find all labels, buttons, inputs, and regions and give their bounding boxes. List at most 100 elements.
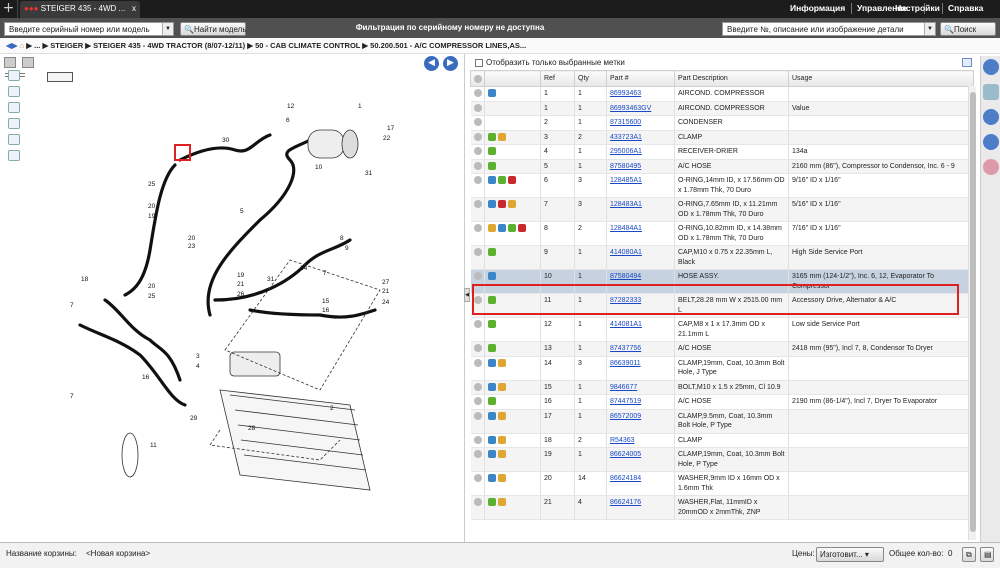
replace-icon[interactable] — [498, 224, 506, 233]
part-number-link[interactable]: 128483A1 — [610, 201, 642, 208]
list-icon[interactable] — [518, 224, 526, 233]
add-to-cart-icon[interactable] — [473, 248, 482, 257]
add-all-icon[interactable] — [474, 74, 482, 83]
add-to-cart-icon[interactable] — [473, 118, 482, 127]
replace-icon[interactable] — [488, 382, 496, 391]
menu-help[interactable]: Справка — [948, 3, 983, 13]
part-number-link[interactable]: 295006A1 — [610, 148, 642, 155]
add-to-cart-icon[interactable] — [473, 103, 482, 112]
replace-icon[interactable] — [488, 200, 496, 209]
vertical-scrollbar[interactable] — [968, 86, 976, 540]
part-number-link[interactable]: 86624184 — [610, 475, 641, 482]
user-help-icon[interactable] — [983, 159, 999, 175]
package-icon[interactable] — [498, 450, 506, 459]
arrow-icon[interactable] — [488, 498, 496, 507]
list-icon[interactable] — [508, 176, 516, 185]
add-to-cart-icon[interactable] — [473, 382, 482, 391]
part-number-link[interactable]: 414081A1 — [610, 321, 642, 328]
package-icon[interactable] — [498, 358, 506, 367]
menu-settings[interactable]: Настройки — [895, 3, 940, 13]
search-button[interactable]: 🔍Поиск — [940, 22, 996, 36]
add-to-cart-icon[interactable] — [473, 320, 482, 329]
table-row[interactable]: 16 1 87447519 A/C HOSE 2190 mm (86-1/4"), In… — [470, 394, 974, 410]
table-row[interactable]: 19 1 86624005 CLAMP,19mm, Coat, 10.3mm Bolt… — [470, 447, 974, 472]
part-search-input[interactable]: Введите №, описание или изображение дета… — [722, 22, 936, 36]
table-row[interactable]: 7 3 128483A1 O-RING,7.65mm ID, x 11.21mm OD… — [470, 197, 974, 222]
part-number-link[interactable]: 87437756 — [610, 345, 641, 352]
globe-icon[interactable] — [983, 109, 999, 125]
replace-icon[interactable] — [488, 450, 496, 459]
part-number-link[interactable]: 86572009 — [610, 413, 641, 420]
add-to-cart-icon[interactable] — [473, 344, 482, 353]
close-icon[interactable]: x — [132, 4, 136, 13]
chevron-down-icon[interactable]: ▼ — [162, 23, 173, 35]
header-qty[interactable]: Qty — [574, 70, 607, 87]
replace-icon[interactable] — [488, 89, 496, 98]
package-icon[interactable] — [488, 224, 496, 233]
arrow-icon[interactable] — [498, 176, 506, 185]
list-icon[interactable] — [498, 200, 506, 209]
table-row[interactable]: 20 14 86624184 WASHER,9mm ID x 16mm OD x 1.… — [470, 471, 974, 496]
part-number-link[interactable]: 86624176 — [610, 499, 641, 506]
part-number-link[interactable]: 128485A1 — [610, 177, 642, 184]
table-row[interactable]: 14 3 86639011 CLAMP,19mm, Coat, 10.3mm Bolt… — [470, 356, 974, 381]
add-to-cart-icon[interactable] — [473, 200, 482, 209]
add-to-cart-icon[interactable] — [473, 147, 482, 156]
part-number-link[interactable]: R54363 — [610, 437, 635, 444]
replace-icon[interactable] — [488, 176, 496, 185]
arrow-icon[interactable] — [488, 320, 496, 329]
add-to-cart-icon[interactable] — [473, 358, 482, 367]
arrow-icon[interactable] — [488, 132, 496, 141]
email-icon[interactable] — [8, 150, 20, 161]
add-to-cart-icon[interactable] — [473, 176, 482, 185]
clear-icon[interactable] — [8, 118, 20, 129]
header-ref[interactable]: Ref — [540, 70, 575, 87]
package-icon[interactable] — [508, 200, 516, 209]
part-number-link[interactable]: 86639011 — [610, 360, 641, 367]
checkbox-box[interactable] — [475, 58, 483, 67]
nav-back-icon[interactable]: ◀▶ — [6, 41, 18, 50]
part-number-link[interactable]: 9846677 — [610, 384, 637, 391]
info-icon[interactable] — [983, 134, 999, 150]
cart-name[interactable]: <Новая корзина> — [86, 549, 150, 558]
add-to-cart-icon[interactable] — [473, 132, 482, 141]
package-icon[interactable] — [498, 382, 506, 391]
grid-settings-icon[interactable] — [962, 58, 972, 67]
replace-icon[interactable] — [488, 474, 496, 483]
replace-icon[interactable] — [488, 358, 496, 367]
selected-callout-highlight[interactable] — [174, 144, 191, 161]
add-to-cart-icon[interactable] — [473, 89, 482, 98]
part-number-link[interactable]: 86993463GV — [610, 105, 651, 112]
copy-button[interactable]: ⧉ — [962, 547, 976, 562]
table-row[interactable]: 15 1 9846677 BOLT,M10 x 1.5 x 25mm, Cl 10.9 — [470, 380, 974, 395]
cart-button[interactable]: ▤ — [980, 547, 994, 562]
arrow-icon[interactable] — [508, 224, 516, 233]
table-row[interactable]: 2 1 87315600 CONDENSER — [470, 115, 974, 131]
part-number-link[interactable]: 86993463 — [610, 90, 641, 97]
add-to-cart-icon[interactable] — [473, 474, 482, 483]
table-row[interactable]: 5 1 87580495 A/C HOSE 2160 mm (86"), Compres… — [470, 159, 974, 174]
collapse-icon[interactable] — [4, 57, 16, 68]
table-row[interactable]: 8 2 128484A1 O-RING,10.82mm ID, x 14.38mm O… — [470, 221, 974, 246]
zoom-out-icon[interactable] — [8, 86, 20, 97]
part-number-link[interactable]: 87447519 — [610, 398, 641, 405]
arrow-icon[interactable] — [488, 147, 496, 156]
add-to-cart-icon[interactable] — [473, 224, 482, 233]
add-to-cart-icon[interactable] — [473, 397, 482, 406]
home-icon[interactable]: ⌂ — [20, 41, 25, 50]
table-row[interactable]: 13 1 87437756 A/C HOSE 2418 mm (95"), Incl 7… — [470, 341, 974, 357]
arrow-icon[interactable] — [488, 344, 496, 353]
table-row[interactable]: 17 1 86572009 CLAMP,9.5mm, Coat, 10.3mm Bol… — [470, 409, 974, 434]
table-row[interactable]: 1 1 86993463GV AIRCOND. COMPRESSOR Value — [470, 101, 974, 116]
add-to-cart-icon[interactable] — [473, 411, 482, 420]
table-row[interactable]: 6 3 128485A1 O-RING,14mm ID, x 17.56mm OD x… — [470, 173, 974, 198]
new-tab-button[interactable]: + — [0, 0, 18, 18]
add-to-cart-icon[interactable] — [473, 450, 482, 459]
add-to-cart-icon[interactable] — [473, 161, 482, 170]
replace-icon[interactable] — [488, 272, 496, 281]
menu-info[interactable]: Информация — [790, 3, 845, 13]
table-row[interactable]: 3 2 433723A1 CLAMP — [470, 130, 974, 145]
search-icon[interactable] — [983, 59, 999, 75]
package-icon[interactable] — [498, 498, 506, 507]
part-number-link[interactable]: 87580494 — [610, 273, 641, 280]
